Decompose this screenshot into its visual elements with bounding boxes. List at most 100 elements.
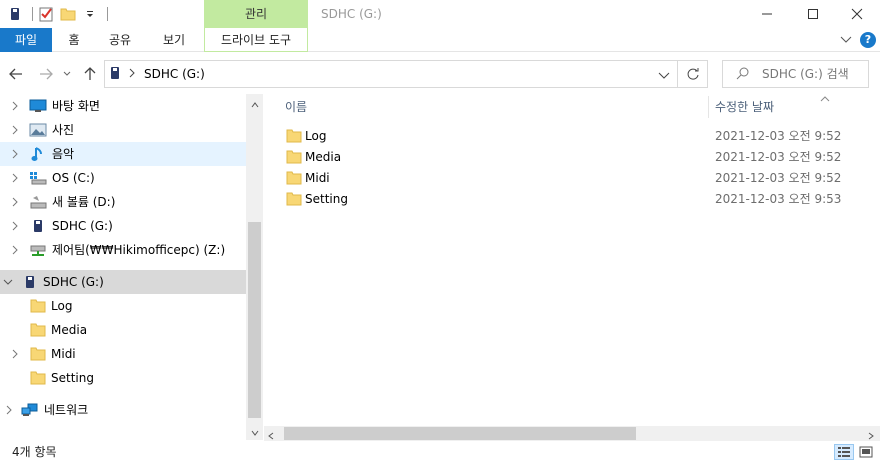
- chevron-down-icon[interactable]: [2, 270, 14, 294]
- nav-item-g-drive[interactable]: SDHC (G:): [0, 214, 246, 238]
- file-modified-date: 2021-12-03 오전 9:52: [715, 171, 842, 185]
- back-button[interactable]: [6, 64, 26, 84]
- expand-ribbon-icon[interactable]: [840, 33, 852, 47]
- column-divider[interactable]: [708, 96, 709, 118]
- search-input[interactable]: SDHC (G:) 검색: [762, 66, 849, 82]
- tab-file[interactable]: 파일: [0, 28, 52, 52]
- sd-card-icon: [21, 274, 39, 290]
- scrollbar-thumb[interactable]: [248, 222, 261, 418]
- scroll-up-icon[interactable]: [246, 96, 263, 113]
- file-row[interactable]: Media 2021-12-03 오전 9:52: [280, 147, 842, 168]
- sd-card-icon: [110, 66, 120, 83]
- chevron-right-icon[interactable]: [9, 190, 21, 214]
- sd-card-icon[interactable]: [6, 5, 24, 23]
- content-horizontal-scrollbar[interactable]: [264, 426, 880, 441]
- drive-icon: [29, 194, 47, 210]
- file-name: Midi: [305, 171, 330, 185]
- nav-label: Log: [51, 299, 73, 313]
- nav-item-media[interactable]: Media: [0, 318, 246, 342]
- chevron-right-icon[interactable]: [3, 398, 15, 422]
- file-modified-date: 2021-12-03 오전 9:52: [715, 150, 842, 164]
- large-icons-view-icon[interactable]: [856, 444, 876, 460]
- file-row[interactable]: Midi 2021-12-03 오전 9:52: [280, 168, 842, 189]
- toolbar-divider: [32, 7, 33, 21]
- refresh-button[interactable]: [678, 60, 708, 88]
- forward-button[interactable]: [36, 64, 56, 84]
- column-header-name[interactable]: 이름: [285, 94, 307, 120]
- properties-icon[interactable]: [37, 5, 55, 23]
- folder-icon: [286, 129, 302, 143]
- help-icon[interactable]: ?: [860, 32, 876, 48]
- file-name: Media: [305, 150, 342, 164]
- music-icon: [29, 146, 47, 162]
- maximize-button[interactable]: [790, 0, 836, 28]
- folder-icon: [286, 150, 302, 164]
- window-title: SDHC (G:): [321, 7, 382, 21]
- chevron-right-icon[interactable]: [9, 238, 21, 262]
- scroll-down-icon[interactable]: [246, 424, 263, 441]
- folder-icon: [29, 370, 47, 386]
- address-dropdown-icon[interactable]: [658, 69, 670, 83]
- nav-label: 제어팀(₩₩Hikimofficepc) (Z:): [52, 243, 226, 257]
- breadcrumb[interactable]: SDHC (G:): [144, 66, 205, 82]
- nav-label: 사진: [52, 123, 75, 137]
- item-count: 4개 항목: [12, 445, 57, 459]
- folder-icon: [29, 298, 47, 314]
- customize-qat-icon[interactable]: [81, 5, 99, 23]
- nav-item-network[interactable]: 네트워크: [0, 398, 246, 422]
- nav-scrollbar[interactable]: [246, 94, 263, 440]
- file-row[interactable]: Log 2021-12-03 오전 9:52: [280, 126, 842, 147]
- nav-item-music[interactable]: 음악: [0, 142, 246, 166]
- nav-label: OS (C:): [52, 171, 95, 185]
- file-explorer-window: 관리 SDHC (G:) 파일 홈 공유 보기 드라이브 도구 ? SDHC (…: [0, 0, 880, 463]
- close-button[interactable]: [834, 0, 880, 28]
- chevron-right-icon[interactable]: [9, 214, 21, 238]
- up-button[interactable]: [80, 64, 100, 84]
- details-view-icon[interactable]: [834, 444, 854, 460]
- tab-view[interactable]: 보기: [158, 28, 190, 52]
- nav-item-desktop[interactable]: 바탕 화면: [0, 94, 246, 118]
- nav-item-z-drive[interactable]: 제어팀(₩₩Hikimofficepc) (Z:): [0, 238, 246, 262]
- breadcrumb-separator-icon[interactable]: [128, 67, 136, 82]
- recent-locations-button[interactable]: [60, 64, 74, 84]
- desktop-icon: [29, 98, 47, 114]
- file-name: Setting: [305, 192, 348, 206]
- nav-label: Setting: [51, 371, 94, 385]
- chevron-right-icon[interactable]: [9, 118, 21, 142]
- file-name: Log: [305, 129, 327, 143]
- tab-share[interactable]: 공유: [104, 28, 136, 52]
- chevron-right-icon[interactable]: [9, 166, 21, 190]
- nav-item-log[interactable]: Log: [0, 294, 246, 318]
- nav-label: 바탕 화면: [52, 99, 100, 113]
- column-header-modified[interactable]: 수정한 날짜: [715, 94, 774, 120]
- nav-item-setting[interactable]: Setting: [0, 366, 246, 390]
- new-folder-icon[interactable]: [59, 5, 77, 23]
- ribbon-right-controls: ?: [840, 32, 876, 48]
- status-bar: 4개 항목: [0, 441, 880, 463]
- file-modified-date: 2021-12-03 오전 9:53: [715, 192, 842, 206]
- folder-icon: [29, 346, 47, 362]
- nav-label: 새 볼륨 (D:): [52, 195, 116, 209]
- search-icon: [736, 66, 750, 83]
- file-row[interactable]: Setting 2021-12-03 오전 9:53: [280, 189, 842, 210]
- nav-item-c-drive[interactable]: OS (C:): [0, 166, 246, 190]
- chevron-right-icon[interactable]: [9, 94, 21, 118]
- nav-label: SDHC (G:): [52, 219, 113, 233]
- tab-home[interactable]: 홈: [58, 28, 90, 52]
- sort-ascending-icon: [819, 92, 831, 102]
- navigation-pane: 바탕 화면 사진 음악 OS (C:) 새 볼륨 (D:) SDHC (G:): [0, 94, 246, 440]
- chevron-right-icon[interactable]: [9, 342, 21, 366]
- scrollbar-thumb[interactable]: [284, 427, 636, 440]
- folder-icon: [286, 171, 302, 185]
- nav-label: 네트워크: [44, 403, 89, 417]
- nav-item-midi[interactable]: Midi: [0, 342, 246, 366]
- context-tab-header: 관리: [204, 0, 308, 28]
- tab-drive-tools[interactable]: 드라이브 도구: [204, 28, 308, 52]
- toolbar-divider: [107, 7, 108, 21]
- file-modified-date: 2021-12-03 오전 9:52: [715, 129, 842, 143]
- nav-item-d-drive[interactable]: 새 볼륨 (D:): [0, 190, 246, 214]
- nav-item-g-drive-expanded[interactable]: SDHC (G:): [0, 270, 246, 294]
- minimize-button[interactable]: [744, 0, 790, 28]
- nav-item-pictures[interactable]: 사진: [0, 118, 246, 142]
- chevron-right-icon[interactable]: [9, 142, 21, 166]
